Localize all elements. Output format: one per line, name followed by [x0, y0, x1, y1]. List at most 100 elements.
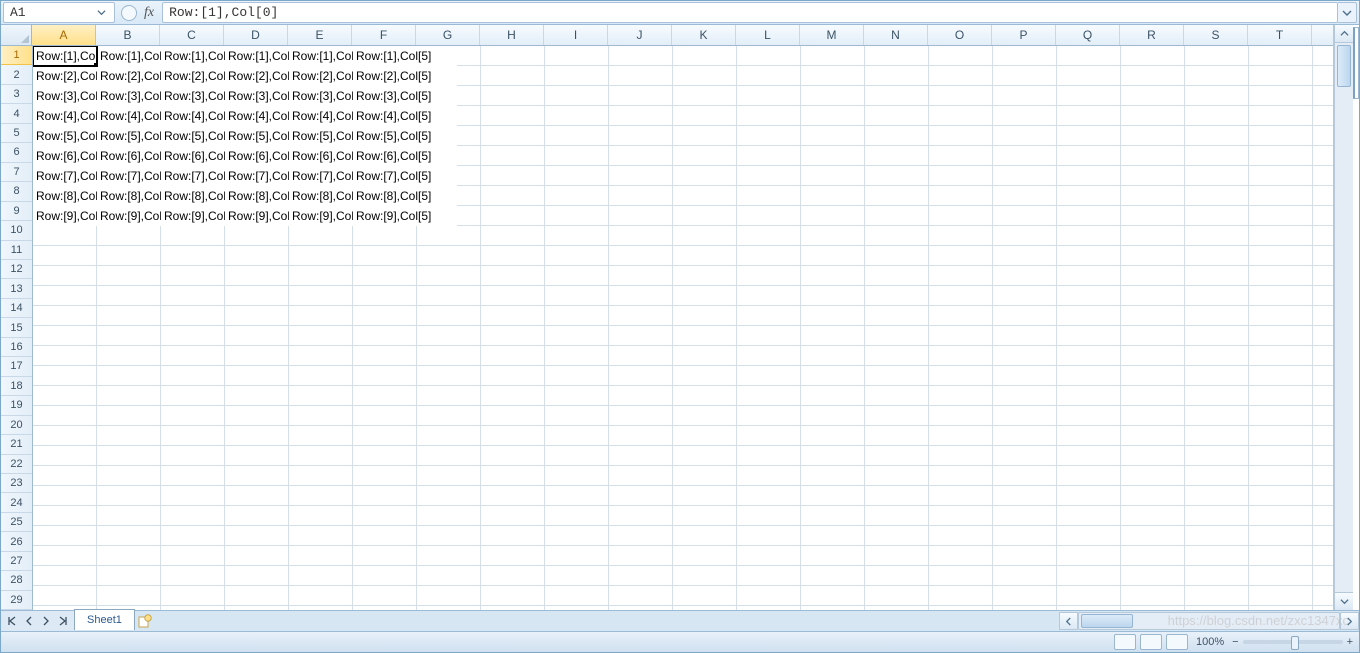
tab-next-icon[interactable] — [39, 614, 53, 628]
cell[interactable]: Row:[3],Col[2] — [161, 86, 225, 106]
row-header-18[interactable]: 18 — [1, 377, 32, 396]
vertical-scroll-thumb[interactable] — [1337, 45, 1351, 87]
cell[interactable]: Row:[2],Col[3] — [225, 66, 289, 86]
column-header-J[interactable]: J — [608, 25, 672, 45]
cell[interactable]: Row:[9],Col[2] — [161, 206, 225, 226]
cell[interactable]: Row:[3],Col[1] — [97, 86, 161, 106]
splitter-handle[interactable] — [1353, 25, 1359, 610]
column-header-I[interactable]: I — [544, 25, 608, 45]
cell[interactable]: Row:[8],Col[4] — [289, 186, 353, 206]
cell[interactable]: Row:[2],Col[1] — [97, 66, 161, 86]
row-header-5[interactable]: 5 — [1, 124, 32, 143]
tab-last-icon[interactable] — [56, 614, 70, 628]
cell[interactable]: Row:[8],Col[1] — [97, 186, 161, 206]
column-header-D[interactable]: D — [224, 25, 288, 45]
row-header-16[interactable]: 16 — [1, 338, 32, 357]
row-header-28[interactable]: 28 — [1, 571, 32, 590]
horizontal-scroll-track[interactable] — [1078, 612, 1340, 630]
cell[interactable]: Row:[6],Col[3] — [225, 146, 289, 166]
scroll-right-button[interactable] — [1340, 612, 1359, 630]
row-header-4[interactable]: 4 — [1, 104, 32, 123]
row-header-10[interactable]: 10 — [1, 221, 32, 240]
column-header-B[interactable]: B — [96, 25, 160, 45]
scroll-left-button[interactable] — [1059, 612, 1078, 630]
tab-prev-icon[interactable] — [22, 614, 36, 628]
column-header-P[interactable]: P — [992, 25, 1056, 45]
cell[interactable]: Row:[7],Col[3] — [225, 166, 289, 186]
cell[interactable]: Row:[1],Col[5] — [353, 46, 457, 66]
column-header-A[interactable]: A — [32, 25, 96, 45]
cell[interactable]: Row:[5],Col[0] — [33, 126, 97, 146]
cell[interactable]: Row:[7],Col[5] — [353, 166, 457, 186]
cell[interactable]: Row:[1],Col[0] — [33, 46, 97, 66]
row-header-11[interactable]: 11 — [1, 241, 32, 260]
cell[interactable]: Row:[6],Col[4] — [289, 146, 353, 166]
column-header-Q[interactable]: Q — [1056, 25, 1120, 45]
cells-grid[interactable]: Row:[1],Col[0]Row:[1],Col[1]Row:[1],Col[… — [33, 46, 1333, 610]
row-header-22[interactable]: 22 — [1, 455, 32, 474]
cell[interactable]: Row:[6],Col[0] — [33, 146, 97, 166]
view-pagebreak-button[interactable] — [1166, 634, 1188, 650]
cell[interactable]: Row:[7],Col[0] — [33, 166, 97, 186]
name-box[interactable]: A1 — [3, 2, 115, 23]
row-header-29[interactable]: 29 — [1, 591, 32, 610]
row-header-3[interactable]: 3 — [1, 85, 32, 104]
cell[interactable]: Row:[8],Col[3] — [225, 186, 289, 206]
cell[interactable]: Row:[2],Col[5] — [353, 66, 457, 86]
cell[interactable]: Row:[5],Col[5] — [353, 126, 457, 146]
zoom-out-button[interactable]: − — [1232, 636, 1238, 648]
cell[interactable]: Row:[4],Col[5] — [353, 106, 457, 126]
cell[interactable]: Row:[7],Col[4] — [289, 166, 353, 186]
cell[interactable]: Row:[9],Col[1] — [97, 206, 161, 226]
cell[interactable]: Row:[9],Col[0] — [33, 206, 97, 226]
cell[interactable]: Row:[8],Col[0] — [33, 186, 97, 206]
column-header-S[interactable]: S — [1184, 25, 1248, 45]
vertical-scroll-track[interactable] — [1335, 43, 1353, 592]
cell[interactable]: Row:[9],Col[5] — [353, 206, 457, 226]
row-header-2[interactable]: 2 — [1, 65, 32, 84]
cell[interactable]: Row:[3],Col[3] — [225, 86, 289, 106]
cell[interactable]: Row:[4],Col[1] — [97, 106, 161, 126]
column-header-G[interactable]: G — [416, 25, 480, 45]
column-header-M[interactable]: M — [800, 25, 864, 45]
formula-input[interactable]: Row:[1],Col[0] — [162, 2, 1338, 23]
formula-expand-button[interactable] — [1338, 2, 1357, 23]
row-header-19[interactable]: 19 — [1, 396, 32, 415]
row-header-26[interactable]: 26 — [1, 532, 32, 551]
column-header-T[interactable]: T — [1248, 25, 1312, 45]
zoom-slider[interactable] — [1243, 640, 1343, 644]
column-header-L[interactable]: L — [736, 25, 800, 45]
scroll-up-button[interactable] — [1335, 25, 1353, 43]
row-header-21[interactable]: 21 — [1, 435, 32, 454]
scroll-down-button[interactable] — [1335, 592, 1353, 610]
sheet-tab-sheet1[interactable]: Sheet1 — [74, 609, 135, 630]
horizontal-scrollbar[interactable] — [163, 611, 1359, 631]
cell[interactable]: Row:[3],Col[0] — [33, 86, 97, 106]
row-header-7[interactable]: 7 — [1, 163, 32, 182]
name-box-dropdown-icon[interactable] — [94, 6, 108, 20]
view-normal-button[interactable] — [1114, 634, 1136, 650]
row-header-24[interactable]: 24 — [1, 493, 32, 512]
cell[interactable]: Row:[2],Col[0] — [33, 66, 97, 86]
cell[interactable]: Row:[6],Col[5] — [353, 146, 457, 166]
row-header-8[interactable]: 8 — [1, 182, 32, 201]
row-header-9[interactable]: 9 — [1, 202, 32, 221]
cell[interactable]: Row:[1],Col[1] — [97, 46, 161, 66]
cell[interactable]: Row:[8],Col[2] — [161, 186, 225, 206]
cell[interactable]: Row:[2],Col[4] — [289, 66, 353, 86]
cell[interactable]: Row:[4],Col[3] — [225, 106, 289, 126]
cell[interactable]: Row:[5],Col[1] — [97, 126, 161, 146]
column-header-E[interactable]: E — [288, 25, 352, 45]
cell[interactable]: Row:[4],Col[0] — [33, 106, 97, 126]
tab-first-icon[interactable] — [5, 614, 19, 628]
cell[interactable]: Row:[7],Col[1] — [97, 166, 161, 186]
column-header-C[interactable]: C — [160, 25, 224, 45]
row-header-23[interactable]: 23 — [1, 474, 32, 493]
row-header-6[interactable]: 6 — [1, 143, 32, 162]
column-header-R[interactable]: R — [1120, 25, 1184, 45]
cell[interactable]: Row:[5],Col[4] — [289, 126, 353, 146]
select-all-corner[interactable] — [1, 25, 32, 45]
cell[interactable]: Row:[5],Col[2] — [161, 126, 225, 146]
row-header-15[interactable]: 15 — [1, 318, 32, 337]
cell[interactable]: Row:[1],Col[2] — [161, 46, 225, 66]
